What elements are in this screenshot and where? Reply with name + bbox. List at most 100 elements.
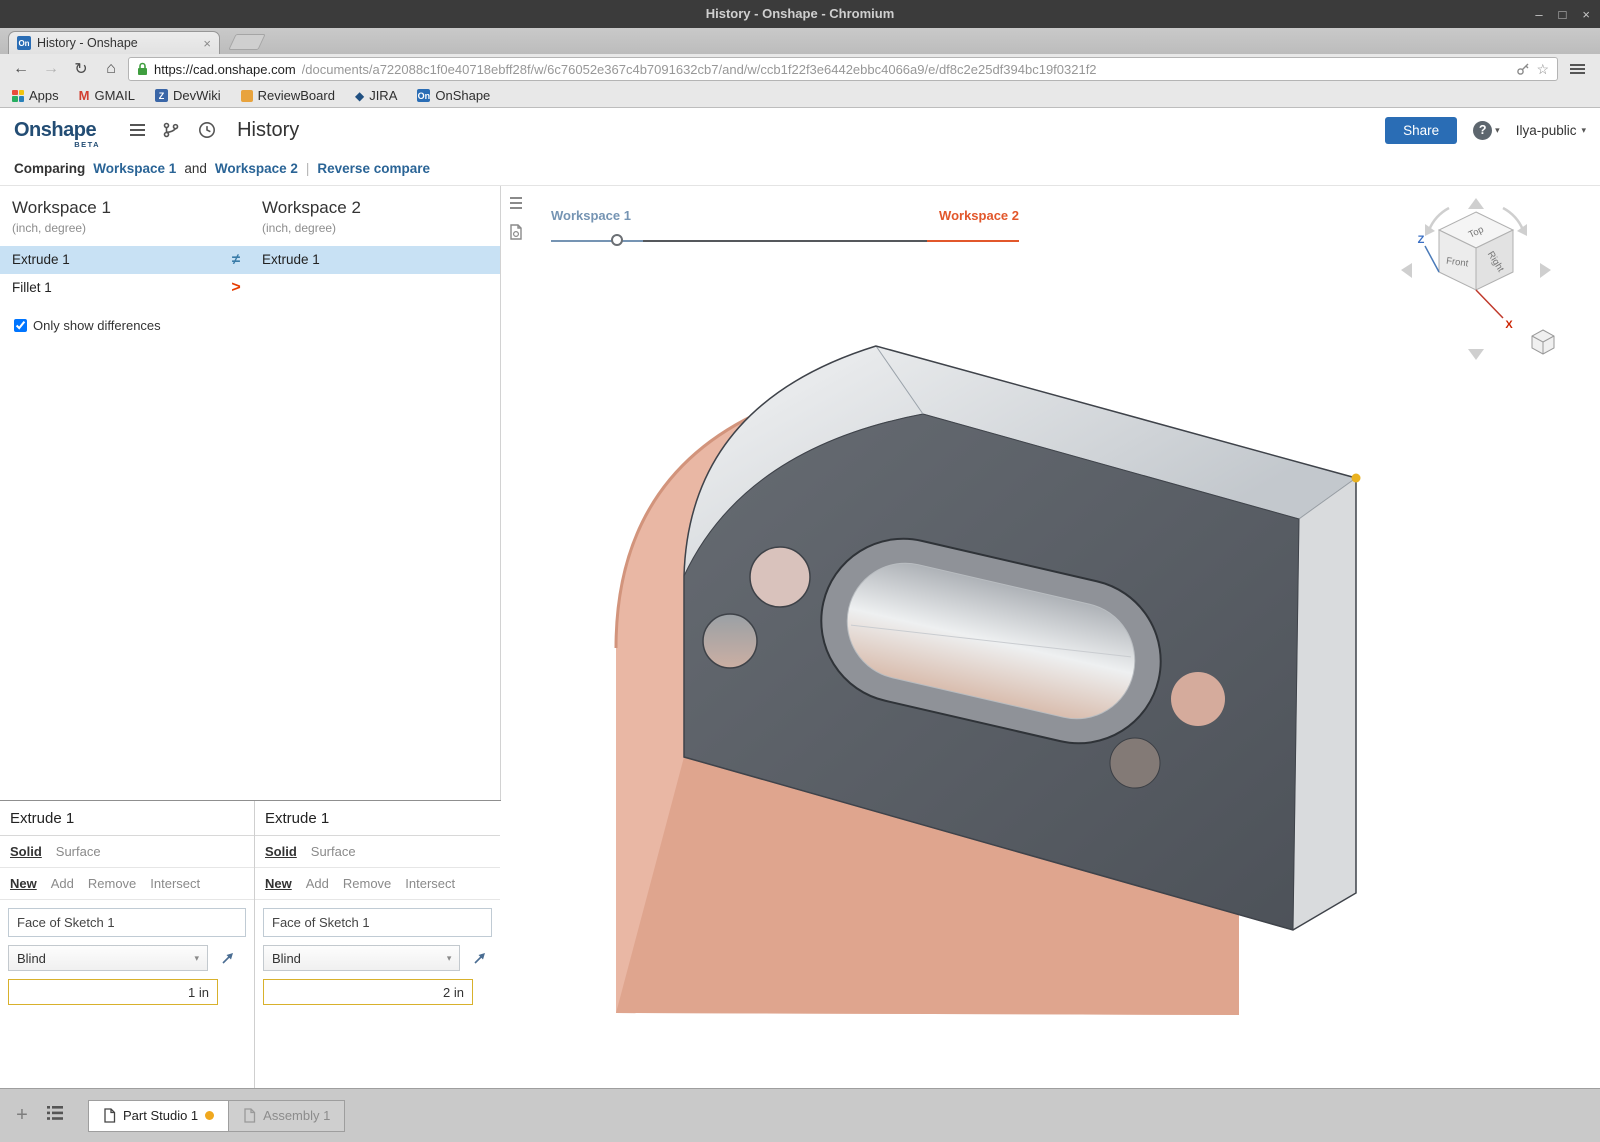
user-menu[interactable]: Ilya-public ▾	[1516, 123, 1586, 138]
extrude-dialog-right: Extrude 1 Solid Surface New Add Remove I…	[255, 801, 500, 1088]
body-type-row: Solid Surface	[255, 836, 500, 868]
bookmark-devwiki[interactable]: Z DevWiki	[155, 88, 221, 103]
history-icon[interactable]	[197, 120, 217, 140]
surface-option[interactable]: Surface	[56, 844, 101, 859]
tab-part-studio[interactable]: Part Studio 1	[88, 1100, 229, 1132]
end-condition-dropdown[interactable]: Blind ▾	[263, 945, 460, 971]
help-button[interactable]: ? ▾	[1473, 121, 1500, 140]
tab-list-button[interactable]	[46, 1105, 64, 1126]
new-option[interactable]: New	[265, 876, 292, 891]
compare-slider[interactable]: Workspace 1 Workspace 2	[551, 198, 1019, 250]
selection-box[interactable]: Face of Sketch 1	[8, 908, 246, 937]
reload-button[interactable]: ↻	[68, 57, 94, 81]
minimize-button[interactable]: –	[1535, 7, 1542, 22]
tab-close-button[interactable]: ×	[203, 36, 211, 51]
bookmark-star-icon[interactable]: ☆	[1536, 61, 1549, 78]
slider-label-workspace2[interactable]: Workspace 2	[939, 208, 1019, 223]
surface-option[interactable]: Surface	[311, 844, 356, 859]
new-tab-button[interactable]	[228, 34, 265, 50]
close-button[interactable]: ×	[1582, 7, 1590, 22]
browser-tab[interactable]: On History - Onshape ×	[8, 31, 220, 54]
hole-circle	[1110, 738, 1160, 788]
new-option[interactable]: New	[10, 876, 37, 891]
body-type-row: Solid Surface	[0, 836, 254, 868]
reverse-compare-link[interactable]: Reverse compare	[317, 161, 430, 176]
solid-option[interactable]: Solid	[265, 844, 297, 859]
isometric-view-icon[interactable]	[1532, 330, 1554, 354]
part-studio-view-icon[interactable]	[504, 220, 528, 244]
cube-arrow-right-icon[interactable]	[1540, 263, 1551, 278]
compare-row-extrude[interactable]: Extrude 1 ≠ Extrude 1	[0, 246, 500, 274]
compare-row-fillet[interactable]: Fillet 1 >	[0, 274, 500, 302]
slider-segment-left	[551, 240, 643, 242]
bookmark-reviewboard[interactable]: ReviewBoard	[241, 88, 335, 103]
feature-list-icon[interactable]	[504, 191, 528, 215]
bottom-bar: + Part Studio 1 As	[0, 1088, 1600, 1142]
add-tab-button[interactable]: +	[12, 1104, 32, 1127]
solid-option[interactable]: Solid	[10, 844, 42, 859]
view-cube[interactable]: Top Front Right Z X	[1385, 194, 1560, 364]
feature-dialogs: Extrude 1 Solid Surface New Add Remove I…	[0, 800, 501, 1088]
end-condition-dropdown[interactable]: Blind ▾	[8, 945, 208, 971]
main-menu-icon[interactable]	[130, 124, 145, 136]
depth-input[interactable]	[8, 979, 218, 1005]
bookmark-onshape[interactable]: On OnShape	[417, 88, 490, 103]
flip-direction-button[interactable]	[468, 946, 492, 970]
forward-button[interactable]: →	[38, 57, 64, 81]
cube-arrow-down-icon[interactable]	[1468, 349, 1484, 360]
compare-panel: Workspace 1 (inch, degree) Workspace 2 (…	[0, 186, 501, 1088]
slider-handle[interactable]	[611, 234, 623, 246]
dialog-title: Extrude 1	[255, 801, 500, 836]
onshape-logo[interactable]: Onshape BETA	[14, 119, 100, 142]
chevron-down-icon: ▾	[194, 953, 199, 964]
bookmark-label: OnShape	[435, 88, 490, 103]
viewport[interactable]: Workspace 1 Workspace 2 Top Front Right	[531, 186, 1600, 1088]
bookmark-label: DevWiki	[173, 88, 221, 103]
boolean-row: New Add Remove Intersect	[0, 868, 254, 900]
extrude-dialog-left: Extrude 1 Solid Surface New Add Remove I…	[0, 801, 255, 1088]
apps-grid-icon	[12, 90, 24, 102]
only-differences-option[interactable]: Only show differences	[14, 318, 500, 333]
branch-icon[interactable]	[161, 120, 181, 140]
home-button[interactable]: ⌂	[98, 57, 124, 81]
address-bar[interactable]: https://cad.onshape.com /documents/a7220…	[128, 57, 1558, 81]
remove-option[interactable]: Remove	[343, 876, 391, 891]
flip-direction-button[interactable]	[216, 946, 240, 970]
browser-menu-button[interactable]	[1562, 57, 1592, 81]
workspace2-link[interactable]: Workspace 2	[215, 161, 298, 176]
bookmark-gmail[interactable]: M GMAIL	[79, 88, 135, 103]
window-titlebar: History - Onshape - Chromium – □ ×	[0, 0, 1600, 28]
page-title: History	[237, 119, 299, 142]
selection-box[interactable]: Face of Sketch 1	[263, 908, 492, 937]
only-differences-checkbox[interactable]	[14, 319, 27, 332]
only-differences-label: Only show differences	[33, 318, 161, 333]
key-icon[interactable]	[1516, 62, 1530, 76]
bookmark-jira[interactable]: ◆ JIRA	[355, 88, 397, 103]
slider-label-workspace1[interactable]: Workspace 1	[551, 208, 631, 223]
cube-arrow-up-icon[interactable]	[1468, 198, 1484, 209]
divider: |	[306, 161, 310, 176]
add-option[interactable]: Add	[51, 876, 74, 891]
back-button[interactable]: ←	[8, 57, 34, 81]
end-condition-value: Blind	[17, 951, 46, 966]
cube-arrow-left-icon[interactable]	[1401, 263, 1412, 278]
intersect-option[interactable]: Intersect	[405, 876, 455, 891]
depth-input[interactable]	[263, 979, 473, 1005]
add-option[interactable]: Add	[306, 876, 329, 891]
bookmarks-bar: Apps M GMAIL Z DevWiki ReviewBoard ◆ JIR…	[0, 84, 1600, 108]
compare-panel-headers: Workspace 1 (inch, degree) Workspace 2 (…	[0, 186, 500, 246]
workspace1-link[interactable]: Workspace 1	[93, 161, 176, 176]
hole-circle	[750, 547, 810, 607]
tab-assembly[interactable]: Assembly 1	[229, 1100, 345, 1132]
boolean-row: New Add Remove Intersect	[255, 868, 500, 900]
url-host: https://cad.onshape.com	[154, 62, 296, 77]
intersect-option[interactable]: Intersect	[150, 876, 200, 891]
lock-icon	[137, 62, 148, 76]
remove-option[interactable]: Remove	[88, 876, 136, 891]
tab-label: Assembly 1	[263, 1108, 330, 1123]
maximize-button[interactable]: □	[1559, 7, 1567, 22]
devwiki-icon: Z	[155, 89, 168, 102]
share-button[interactable]: Share	[1385, 117, 1457, 144]
bookmark-apps[interactable]: Apps	[12, 88, 59, 103]
logo-text: Onshape	[14, 119, 96, 141]
